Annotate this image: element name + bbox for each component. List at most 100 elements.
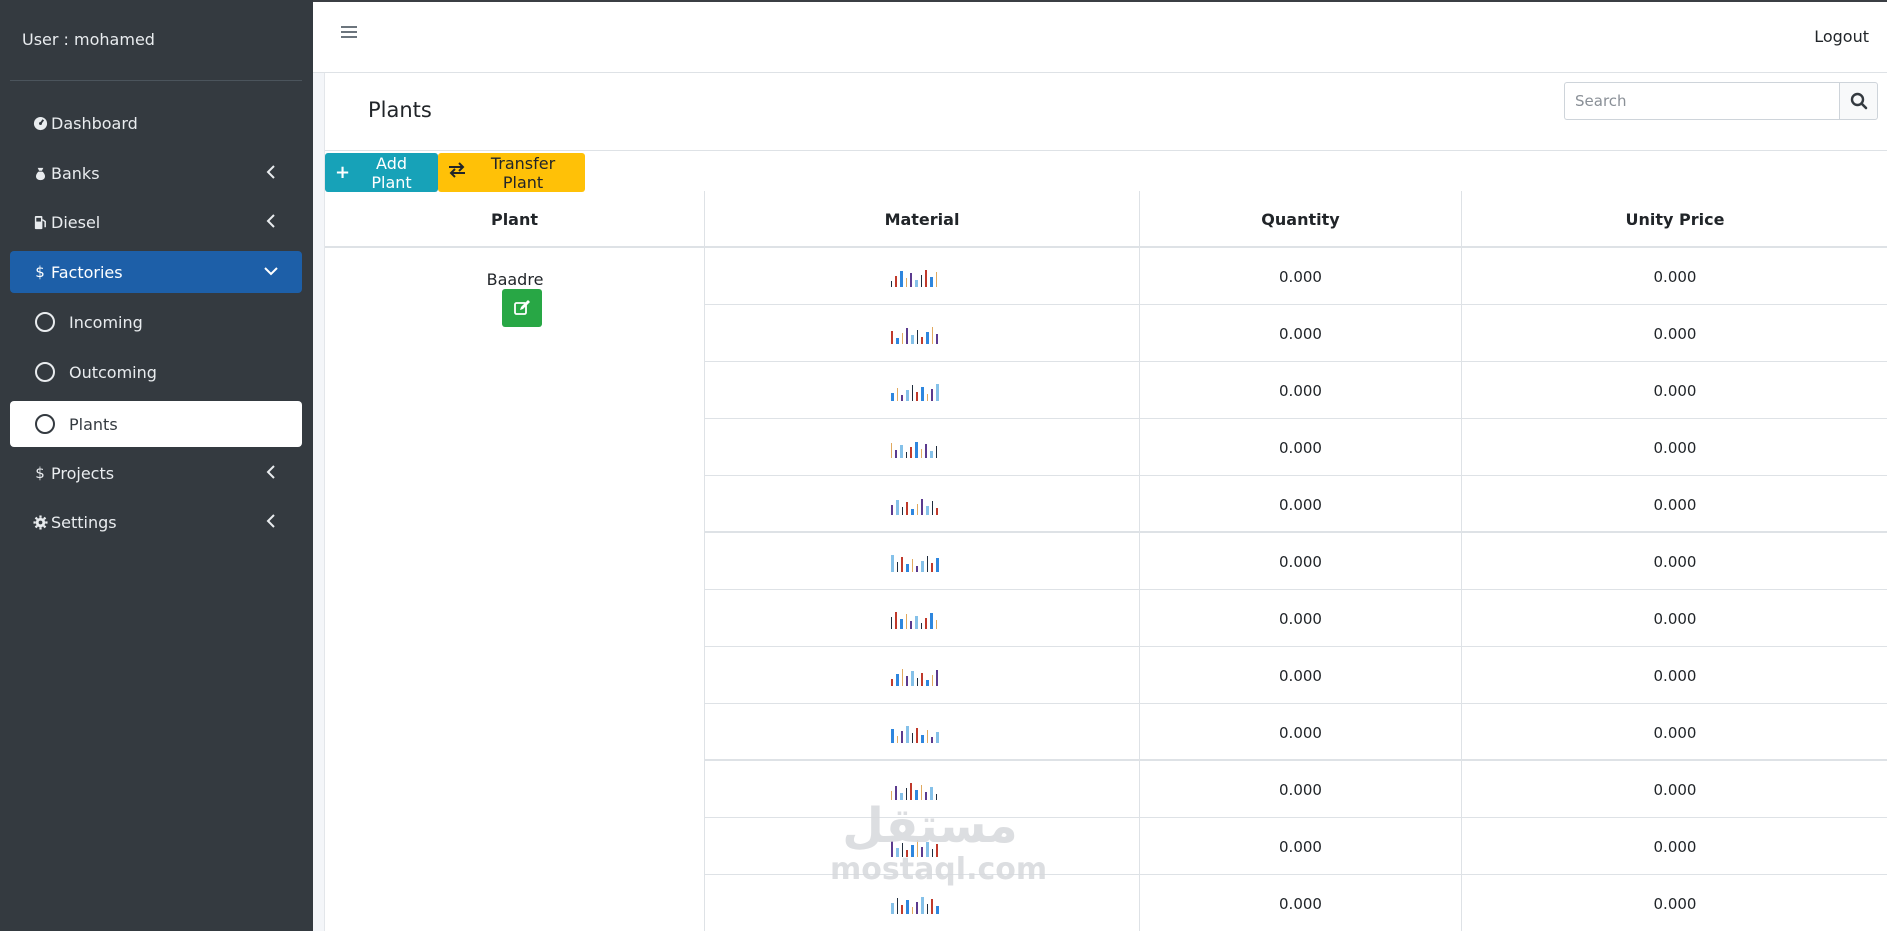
column-header-material: Material bbox=[705, 191, 1140, 248]
sidebar-item-dashboard[interactable]: Dashboard bbox=[10, 102, 302, 144]
material-image bbox=[705, 590, 1140, 647]
material-image bbox=[705, 761, 1140, 818]
quantity-cell: 0.000 bbox=[1140, 305, 1462, 362]
search-input[interactable] bbox=[1564, 82, 1839, 120]
material-image bbox=[705, 533, 1140, 590]
quantity-cell: 0.000 bbox=[1140, 476, 1462, 533]
table-row: 0.000 0.000 bbox=[705, 761, 1887, 818]
circle-icon bbox=[35, 414, 55, 434]
unity-price-cell: 0.000 bbox=[1653, 495, 1697, 514]
add-plant-button[interactable]: + Add Plant bbox=[325, 153, 438, 192]
gear-icon bbox=[30, 514, 50, 530]
add-plant-label: Add Plant bbox=[371, 153, 412, 192]
edit-icon bbox=[514, 300, 530, 315]
sidebar-item-factories[interactable]: $ Factories bbox=[10, 251, 302, 293]
dollar-icon: $ bbox=[35, 464, 45, 482]
card-header: Plants bbox=[325, 73, 1887, 151]
plus-icon: + bbox=[335, 162, 351, 183]
chevron-left-icon bbox=[262, 212, 280, 230]
sidebar-divider bbox=[10, 80, 302, 81]
menu-toggle-icon[interactable] bbox=[341, 26, 357, 40]
table-row: 0.000 0.000 bbox=[705, 875, 1887, 931]
material-image bbox=[705, 248, 1140, 305]
money-bag-icon bbox=[30, 166, 50, 181]
table-row: 0.000 0.000 bbox=[705, 476, 1887, 533]
logout-link[interactable]: Logout bbox=[1814, 27, 1869, 46]
sidebar-item-diesel[interactable]: Diesel bbox=[10, 201, 302, 243]
quantity-cell: 0.000 bbox=[1140, 818, 1462, 875]
search-button[interactable] bbox=[1839, 82, 1878, 120]
sidebar-item-label: Projects bbox=[51, 463, 115, 483]
material-image bbox=[705, 476, 1140, 533]
table-row: 0.000 0.000 bbox=[705, 818, 1887, 875]
column-header-unity-price: Unity Price bbox=[1625, 210, 1725, 229]
table-row: 0.000 0.000 bbox=[705, 533, 1887, 590]
quantity-cell: 0.000 bbox=[1140, 704, 1462, 761]
circle-icon bbox=[35, 362, 55, 382]
sidebar-item-incoming[interactable]: Incoming bbox=[10, 301, 302, 343]
table-row: 0.000 0.000 bbox=[705, 647, 1887, 704]
material-image bbox=[705, 305, 1140, 362]
top-navbar: Logout bbox=[313, 0, 1887, 73]
chevron-left-icon bbox=[262, 163, 280, 181]
transfer-plant-button[interactable]: Transfer Plant bbox=[438, 153, 585, 192]
unity-price-cell: 0.000 bbox=[1653, 723, 1697, 742]
plants-card: Plants + Add Plant Transfer Plant Plant … bbox=[324, 73, 1887, 931]
table-row: 0.000 0.000 bbox=[705, 419, 1887, 476]
quantity-cell: 0.000 bbox=[1140, 647, 1462, 704]
search-group bbox=[1564, 82, 1878, 120]
sidebar-item-outcoming[interactable]: Outcoming bbox=[10, 351, 302, 393]
table-row: 0.000 0.000 bbox=[705, 362, 1887, 419]
sidebar-item-settings[interactable]: Settings bbox=[10, 501, 302, 543]
sidebar-item-banks[interactable]: Banks bbox=[10, 152, 302, 194]
sidebar-item-label: Plants bbox=[69, 414, 118, 434]
material-image bbox=[705, 647, 1140, 704]
sidebar-item-label: Incoming bbox=[69, 312, 143, 332]
sidebar-item-label: Settings bbox=[51, 512, 117, 532]
user-label: User : mohamed bbox=[22, 30, 155, 49]
chevron-left-icon bbox=[262, 463, 280, 481]
search-icon bbox=[1850, 92, 1867, 110]
transfer-plant-label: Transfer Plant bbox=[490, 153, 556, 192]
sidebar: User : mohamed Dashboard Banks Diesel $ … bbox=[0, 0, 313, 931]
sidebar-item-label: Dashboard bbox=[51, 113, 138, 133]
unity-price-cell: 0.000 bbox=[1653, 780, 1697, 799]
chevron-left-icon bbox=[262, 512, 280, 530]
sidebar-item-projects[interactable]: $ Projects bbox=[10, 452, 302, 494]
unity-price-cell: 0.000 bbox=[1653, 837, 1697, 856]
sidebar-item-label: Outcoming bbox=[69, 362, 157, 382]
material-image bbox=[705, 419, 1140, 476]
sidebar-item-label: Factories bbox=[51, 262, 123, 282]
quantity-cell: 0.000 bbox=[1140, 248, 1462, 305]
unity-price-cell: 0.000 bbox=[1653, 894, 1697, 913]
unity-price-cell: 0.000 bbox=[1653, 552, 1697, 571]
unity-price-cell: 0.000 bbox=[1653, 438, 1697, 457]
unity-price-cell: 0.000 bbox=[1653, 267, 1697, 286]
circle-icon bbox=[35, 312, 55, 332]
quantity-cell: 0.000 bbox=[1140, 362, 1462, 419]
page-title: Plants bbox=[368, 98, 432, 122]
tachometer-icon bbox=[30, 116, 50, 131]
sidebar-item-plants[interactable]: Plants bbox=[10, 401, 302, 447]
material-image bbox=[705, 818, 1140, 875]
unity-price-cell: 0.000 bbox=[1653, 609, 1697, 628]
quantity-cell: 0.000 bbox=[1140, 875, 1462, 931]
material-image bbox=[705, 704, 1140, 761]
quantity-cell: 0.000 bbox=[1140, 419, 1462, 476]
content-wrapper: Plants + Add Plant Transfer Plant Plant … bbox=[313, 73, 1887, 931]
plant-cell: Baadre bbox=[325, 248, 705, 931]
column-header-quantity: Quantity bbox=[1140, 191, 1462, 248]
material-image bbox=[705, 362, 1140, 419]
table-row: 0.000 0.000 bbox=[705, 590, 1887, 647]
sidebar-item-label: Banks bbox=[51, 163, 100, 183]
column-header-plant: Plant bbox=[325, 191, 705, 248]
chevron-down-icon bbox=[262, 262, 280, 280]
unity-price-cell: 0.000 bbox=[1653, 666, 1697, 685]
quantity-cell: 0.000 bbox=[1140, 590, 1462, 647]
material-image bbox=[705, 875, 1140, 931]
gas-pump-icon bbox=[30, 215, 50, 230]
quantity-cell: 0.000 bbox=[1140, 533, 1462, 590]
table-header: Plant Material Quantity Unity Price bbox=[325, 191, 1887, 248]
plant-name: Baadre bbox=[486, 270, 544, 289]
edit-plant-button[interactable] bbox=[502, 289, 542, 327]
